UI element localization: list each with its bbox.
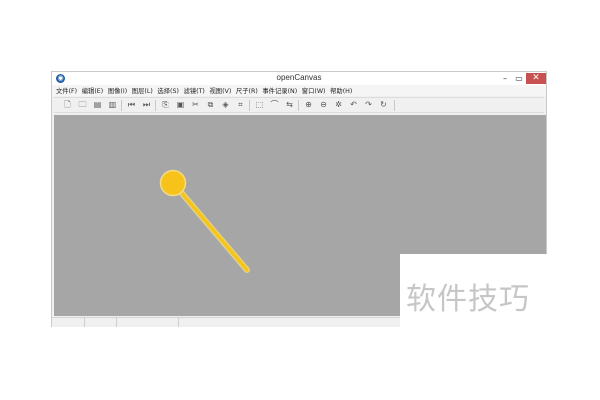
- zoom-fit-icon[interactable]: ✲: [333, 100, 344, 110]
- watermark-panel: 软件技巧: [400, 254, 600, 328]
- paste-icon[interactable]: ▣: [175, 100, 186, 110]
- menu-edit[interactable]: 编辑(E): [82, 86, 104, 95]
- toolbar-separator: [394, 100, 395, 111]
- menu-layer[interactable]: 图层(L): [132, 86, 153, 95]
- toolbar: 🗋 🗀 ▤ ▥ ⏮ ⏭ ⎘ ▣ ✂ ⧉ ◈ ⌗ ⬚ ⌒ ⇆ ⊕ ⊖ ✲ ↶ ↷ …: [54, 97, 544, 113]
- zoom-out-icon[interactable]: ⊖: [318, 100, 329, 110]
- copy-icon[interactable]: ⎘: [160, 100, 171, 110]
- menu-help[interactable]: 帮助(H): [330, 86, 352, 95]
- watermark-text: 软件技巧: [406, 282, 530, 317]
- menu-event-record[interactable]: 事件记录(N): [262, 86, 297, 95]
- toolbar-separator: [298, 100, 299, 111]
- menu-image[interactable]: 图像(I): [108, 86, 127, 95]
- window-title: openCanvas: [276, 73, 322, 82]
- mirror-icon[interactable]: ⇆: [284, 100, 295, 110]
- menu-select[interactable]: 选择(S): [157, 86, 179, 95]
- new-file-icon[interactable]: 🗋: [62, 100, 73, 110]
- screenshot-page: ◉ openCanvas – ▭ ✕ 文件(F) 编辑(E) 图像(I) 图层(…: [0, 0, 600, 400]
- menu-file[interactable]: 文件(F): [56, 86, 77, 95]
- close-button[interactable]: ✕: [526, 73, 546, 84]
- yellow-brush-dot: [159, 169, 187, 197]
- save-as-icon[interactable]: ▥: [107, 100, 118, 110]
- status-cell: [52, 318, 85, 327]
- yellow-stroke: [172, 182, 249, 272]
- zoom-in-icon[interactable]: ⊕: [303, 100, 314, 110]
- menu-ruler[interactable]: 尺子(R): [236, 86, 258, 95]
- last-page-icon[interactable]: ⏭: [141, 100, 152, 110]
- save-icon[interactable]: ▤: [92, 100, 103, 110]
- crop-icon[interactable]: ⌗: [235, 100, 246, 110]
- toolbar-separator: [249, 100, 250, 111]
- undo-icon[interactable]: ↶: [348, 100, 359, 110]
- first-page-icon[interactable]: ⏮: [126, 100, 137, 110]
- title-bar[interactable]: ◉ openCanvas – ▭ ✕: [52, 72, 546, 85]
- menu-window[interactable]: 窗口(W): [302, 86, 326, 95]
- lasso-icon[interactable]: ⌒: [269, 100, 280, 110]
- open-folder-icon[interactable]: 🗀: [77, 100, 88, 110]
- toolbar-separator: [121, 100, 122, 111]
- cut-icon[interactable]: ✂: [190, 100, 201, 110]
- status-cell: [84, 318, 117, 327]
- maximize-button[interactable]: ▭: [512, 73, 526, 84]
- duplicate-icon[interactable]: ⧉: [205, 100, 216, 110]
- toolbar-separator: [155, 100, 156, 111]
- fill-icon[interactable]: ◈: [220, 100, 231, 110]
- status-cell: [116, 318, 179, 327]
- select-rect-icon[interactable]: ⬚: [254, 100, 265, 110]
- redo-icon[interactable]: ↷: [363, 100, 374, 110]
- menu-filter[interactable]: 滤镜(T): [184, 86, 205, 95]
- menu-bar: 文件(F) 编辑(E) 图像(I) 图层(L) 选择(S) 滤镜(T) 视图(V…: [52, 85, 546, 96]
- rotate-icon[interactable]: ↻: [378, 100, 389, 110]
- minimize-button[interactable]: –: [498, 73, 512, 84]
- menu-view[interactable]: 视图(V): [209, 86, 231, 95]
